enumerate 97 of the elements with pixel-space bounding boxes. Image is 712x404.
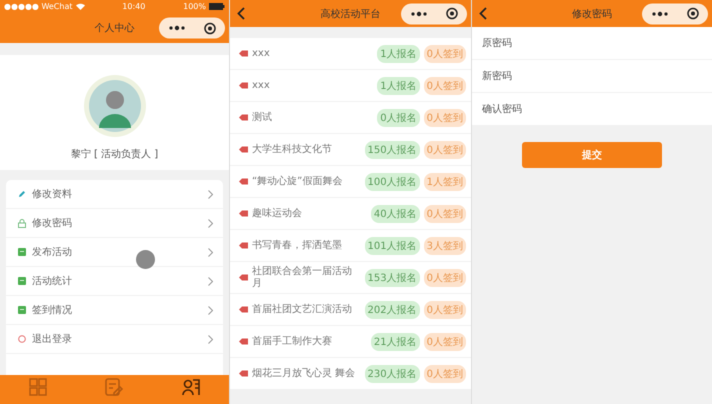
signup-count: 21人报名 — [370, 332, 420, 350]
checkin-count: 0人签到 — [424, 364, 466, 382]
signup-count: 1人报名 — [377, 44, 420, 62]
password-field[interactable]: 新密码 — [472, 60, 712, 93]
tag-icon — [239, 82, 248, 89]
wifi-icon — [76, 3, 85, 10]
checkin-count: 0人签到 — [424, 204, 466, 222]
signup-count: 0人报名 — [377, 108, 420, 126]
activity-row[interactable]: xxx 1人报名 0人签到 — [230, 38, 471, 70]
page-title: 个人中心 — [94, 22, 134, 35]
signup-count: 40人报名 — [370, 204, 420, 222]
more-icon[interactable] — [410, 11, 426, 16]
battery-text: 100% — [183, 2, 206, 11]
menu-item[interactable]: 签到情况 — [6, 296, 223, 325]
more-icon[interactable] — [652, 11, 668, 16]
tag-icon — [239, 338, 248, 345]
capsule-menu[interactable] — [159, 18, 225, 38]
back-icon[interactable] — [479, 7, 487, 20]
activity-name: 趣味运动会 — [252, 208, 303, 220]
chevron-right-icon — [208, 334, 213, 344]
activity-name: 烟花三月放飞心灵 舞会 — [252, 368, 356, 380]
tag-icon — [239, 306, 248, 313]
activity-row[interactable]: 社团联合会第一届活动月 153人报名 0人签到 — [230, 262, 471, 294]
battery-icon — [208, 3, 225, 10]
password-field[interactable]: 确认密码 — [472, 93, 712, 126]
user-name: 黎宁 [ 活动负责人 ] — [70, 148, 158, 160]
signup-count: 230人报名 — [364, 364, 420, 382]
signup-count: 202人报名 — [364, 300, 420, 318]
checkin-count: 0人签到 — [424, 332, 466, 350]
tag-icon — [239, 146, 248, 153]
activity-row[interactable]: “舞动心旋”假面舞会 100人报名 1人签到 — [230, 166, 471, 198]
exit-icon — [18, 335, 26, 343]
checkin-count: 1人签到 — [424, 172, 466, 190]
menu-item[interactable]: 退出登录 — [6, 325, 223, 354]
checkin-count: 0人签到 — [424, 44, 466, 62]
activity-name: xxx — [252, 48, 271, 60]
back-icon[interactable] — [237, 7, 245, 20]
page-title: 修改密码 — [572, 8, 612, 20]
tag-icon — [239, 242, 248, 249]
chevron-right-icon — [208, 306, 213, 314]
checkin-count: 0人签到 — [424, 76, 466, 94]
activity-name: 书写青春，挥洒笔墨 — [252, 240, 343, 252]
checkin-count: 3人签到 — [424, 236, 466, 254]
capsule-menu[interactable] — [642, 3, 708, 24]
signup-count: 150人报名 — [364, 140, 420, 158]
target-icon[interactable] — [686, 8, 698, 20]
checkin-count: 0人签到 — [424, 140, 466, 158]
chevron-right-icon — [208, 190, 213, 198]
activity-name: xxx — [252, 80, 271, 92]
checkin-count: 0人签到 — [424, 108, 466, 126]
tag-icon — [239, 274, 248, 281]
signup-count: 100人报名 — [364, 172, 420, 190]
carrier-text: ●●●●● WeChat — [4, 2, 73, 11]
activity-row[interactable]: 趣味运动会 40人报名 0人签到 — [230, 198, 471, 230]
signup-count: 101人报名 — [364, 236, 420, 254]
checkin-count: 0人签到 — [424, 268, 466, 286]
signup-count: 1人报名 — [377, 76, 420, 94]
user-card-icon[interactable] — [182, 378, 200, 396]
menu-item[interactable]: 修改资料 — [6, 180, 223, 209]
document-icon — [18, 306, 26, 314]
submit-button[interactable]: 提交 — [522, 142, 662, 168]
more-icon[interactable] — [168, 26, 184, 30]
target-icon[interactable] — [204, 22, 216, 34]
activity-row[interactable]: 测试 0人报名 0人签到 — [230, 102, 471, 134]
activity-row[interactable]: 大学生科技文化节 150人报名 0人签到 — [230, 134, 471, 166]
chevron-right-icon — [208, 276, 213, 286]
activity-name: 测试 — [252, 112, 273, 124]
tag-icon — [239, 114, 248, 121]
capsule-menu[interactable] — [401, 3, 467, 24]
activity-row[interactable]: 首届社团文艺汇演活动 202人报名 0人签到 — [230, 294, 471, 326]
activity-name: “舞动心旋”假面舞会 — [252, 176, 344, 188]
activity-row[interactable]: 烟花三月放飞心灵 舞会 230人报名 0人签到 — [230, 358, 471, 390]
activity-name: 首届手工制作大赛 — [252, 336, 333, 348]
tag-icon — [239, 370, 248, 377]
password-field[interactable]: 原密码 — [472, 27, 712, 60]
document-icon — [18, 248, 26, 256]
document-icon — [18, 277, 26, 285]
activity-name: 首届社团文艺汇演活动 — [252, 304, 353, 316]
activity-row[interactable]: 首届手工制作大赛 21人报名 0人签到 — [230, 326, 471, 358]
signup-count: 153人报名 — [364, 268, 420, 286]
clock-text: 10:40 — [122, 2, 146, 11]
activity-name: 大学生科技文化节 — [252, 144, 333, 156]
lock-icon — [18, 218, 26, 228]
chevron-right-icon — [208, 248, 213, 256]
activity-row[interactable]: 书写青春，挥洒笔墨 101人报名 3人签到 — [230, 230, 471, 262]
target-icon[interactable] — [446, 8, 458, 20]
tag-icon — [239, 178, 248, 185]
page-title: 高校活动平台 — [320, 8, 380, 20]
checkin-count: 0人签到 — [424, 300, 466, 318]
activity-row[interactable]: xxx 1人报名 0人签到 — [230, 70, 471, 102]
menu-item[interactable]: 活动统计 — [6, 267, 223, 296]
chevron-right-icon — [208, 218, 213, 228]
tag-icon — [239, 210, 248, 217]
tag-icon — [239, 50, 248, 57]
pencil-icon — [18, 190, 26, 198]
menu-item[interactable]: 修改密码 — [6, 209, 223, 238]
activity-name: 社团联合会第一届活动月 — [252, 266, 353, 290]
